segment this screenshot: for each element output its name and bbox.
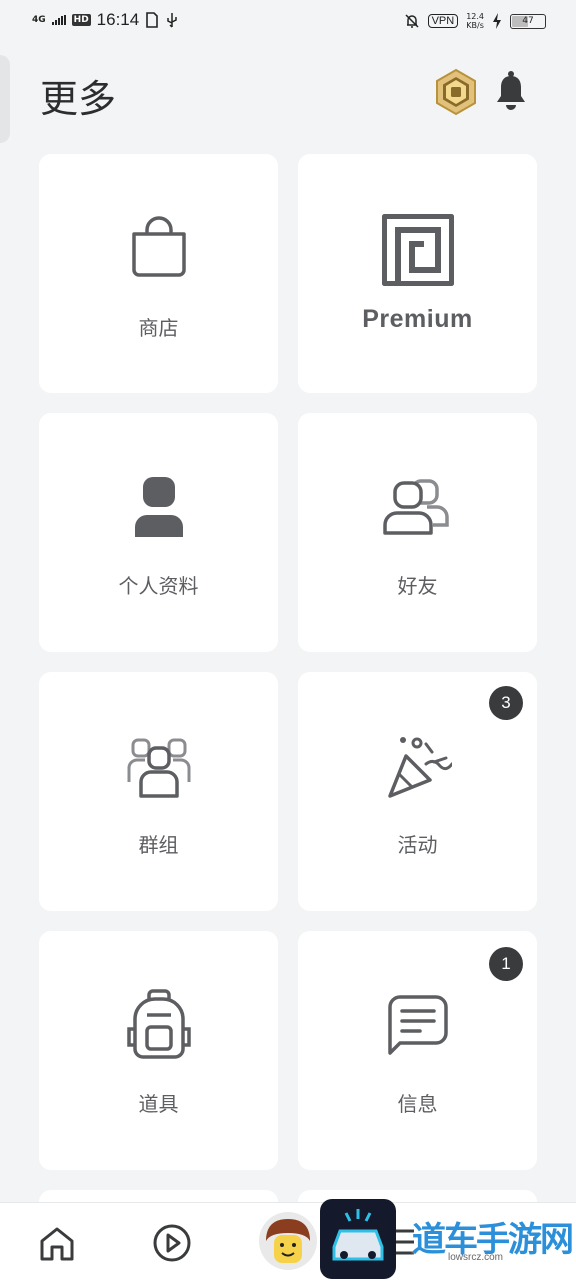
profile-icon [134, 477, 183, 537]
events-count-badge: 3 [489, 686, 523, 720]
notifications-bell-icon[interactable] [492, 70, 530, 112]
sim-icon [146, 12, 159, 28]
party-popper-icon [387, 737, 452, 798]
usb-icon [167, 13, 177, 28]
events-label: 活动 [397, 833, 438, 857]
watermark-url: lowsrcz.com [448, 1252, 504, 1263]
message-icon [387, 995, 448, 1055]
discover-play-icon[interactable] [152, 1223, 192, 1263]
charging-icon [493, 13, 501, 29]
edge-handle [0, 55, 10, 143]
friends-card[interactable]: 好友 [298, 413, 537, 652]
groups-label: 群组 [138, 833, 179, 857]
shop-label: 商店 [138, 316, 179, 340]
backpack-icon [126, 989, 191, 1059]
messages-card[interactable]: 信息 1 [298, 931, 537, 1170]
vpn-indicator: VPN [427, 14, 459, 28]
status-bar: 4G HD 16:14 VPN 12.4 KB/s 47 [0, 0, 576, 44]
groups-card[interactable]: 群组 [39, 672, 278, 911]
shop-card[interactable]: 商店 [39, 154, 278, 393]
events-card[interactable]: 活动 3 [298, 672, 537, 911]
network-type: 4G [32, 14, 46, 25]
friends-label: 好友 [397, 574, 438, 598]
shopping-bag-icon [131, 216, 186, 277]
profile-card[interactable]: 个人资料 [39, 413, 278, 652]
hd-badge: HD [71, 14, 91, 26]
messages-label: 信息 [397, 1092, 438, 1116]
net-speed: 12.4 KB/s [466, 12, 484, 30]
signal-icon [51, 15, 66, 25]
battery-icon: 47 [510, 13, 546, 29]
page-title: 更多 [40, 77, 117, 121]
mute-icon [405, 14, 419, 28]
clock: 16:14 [96, 10, 140, 29]
inventory-label: 道具 [138, 1092, 179, 1116]
groups-icon [127, 738, 190, 798]
inventory-card[interactable]: 道具 [39, 931, 278, 1170]
premium-label: Premium [362, 305, 473, 333]
profile-label: 个人资料 [118, 574, 199, 598]
friends-icon [382, 479, 449, 535]
premium-card[interactable]: Premium [298, 154, 537, 393]
premium-icon [381, 214, 454, 286]
avatar[interactable] [258, 1211, 318, 1271]
robux-icon[interactable] [432, 68, 480, 116]
car-app-logo-icon [320, 1199, 396, 1279]
home-icon[interactable] [38, 1225, 76, 1263]
messages-count-badge: 1 [489, 947, 523, 981]
